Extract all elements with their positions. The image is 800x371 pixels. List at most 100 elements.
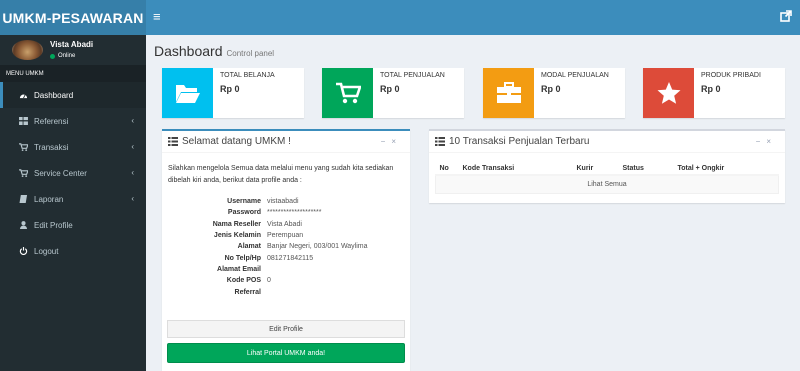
- sidebar-item-service-center[interactable]: Service Center ‹: [0, 160, 146, 186]
- chevron-left-icon: ‹: [131, 194, 134, 203]
- info-box-icon-area: [483, 68, 534, 118]
- sidebar-item-referensi[interactable]: Referensi ‹: [0, 108, 146, 134]
- navbar: ≡: [146, 0, 800, 35]
- field-label: Alamat: [237, 243, 261, 251]
- info-box-label: TOTAL PENJUALAN: [380, 72, 445, 79]
- app-logo[interactable]: UMKM-PESAWARAN: [0, 0, 146, 35]
- field-label: Kode POS: [226, 277, 261, 285]
- chevron-left-icon: ‹: [131, 168, 134, 177]
- sidebar-item-transaksi[interactable]: Transaksi ‹: [0, 134, 146, 160]
- profile-row-email: Alamat Email: [162, 264, 402, 275]
- info-box-label: TOTAL BELANJA: [220, 72, 275, 79]
- edit-profile-button[interactable]: Edit Profile: [167, 320, 405, 338]
- collapse-icon[interactable]: −: [756, 137, 767, 146]
- sidebar-item-label: Logout: [34, 246, 59, 256]
- profile-row-telp: No Telp/Hp 081271842115: [162, 252, 402, 263]
- see-all-link[interactable]: Lihat Semua: [435, 174, 779, 194]
- field-value: vistaabadi: [267, 198, 299, 206]
- power-icon: [19, 247, 28, 255]
- field-value: 081271842115: [267, 254, 314, 262]
- sidebar-item-label: Edit Profile: [34, 220, 73, 230]
- column-header: Total + Ongkir: [673, 163, 779, 176]
- chevron-left-icon: ‹: [131, 142, 134, 151]
- field-label: Referral: [234, 288, 261, 296]
- box-tools: −×: [756, 137, 777, 146]
- info-box-value: Rp 0: [220, 84, 240, 94]
- top-bar: UMKM-PESAWARAN ≡: [0, 0, 800, 35]
- cart-icon: [335, 82, 361, 104]
- online-dot-icon: [50, 53, 55, 59]
- info-box-modal-penjualan: MODAL PENJUALAN Rp 0: [483, 68, 625, 118]
- profile-row-referral: Referral: [162, 286, 402, 297]
- profile-row-jenis-kelamin: Jenis Kelamin Perempuan: [162, 230, 402, 241]
- sidebar-item-label: Service Center: [34, 168, 87, 178]
- info-box-icon-area: [322, 68, 373, 118]
- sidebar-item-label: Dashboard: [34, 90, 74, 100]
- view-portal-button[interactable]: Lihat Portal UMKM anda!: [167, 343, 405, 363]
- close-icon[interactable]: ×: [766, 137, 777, 146]
- sidebar-item-logout[interactable]: Logout: [0, 238, 146, 264]
- sidebar-item-laporan[interactable]: Laporan ‹: [0, 186, 146, 212]
- info-box-label: MODAL PENJUALAN: [541, 72, 609, 79]
- field-value: Perempuan: [267, 232, 304, 240]
- info-box-label: PRODUK PRIBADI: [701, 72, 761, 79]
- field-value: 0: [267, 277, 271, 285]
- info-box-total-penjualan: TOTAL PENJUALAN Rp 0: [322, 68, 464, 118]
- info-box-icon-area: [643, 68, 694, 118]
- info-box-produk-pribadi: PRODUK PRIBADI Rp 0: [643, 68, 785, 118]
- page-title-text: Dashboard: [154, 43, 223, 59]
- hamburger-icon[interactable]: ≡: [153, 9, 161, 25]
- field-label: Jenis Kelamin: [213, 232, 261, 240]
- content-area: Dashboard Control panel TOTAL BELANJA Rp …: [146, 35, 800, 371]
- field-value: Vista Abadi: [267, 220, 302, 228]
- user-name: Vista Abadi: [50, 40, 94, 49]
- profile-row-username: Username vistaabadi: [162, 196, 402, 207]
- transactions-box-header: 10 Transaksi Penjualan Terbaru −×: [429, 131, 785, 153]
- column-header: Kurir: [572, 163, 619, 176]
- field-label: Nama Reseller: [212, 220, 261, 228]
- sidebar-item-label: Laporan: [34, 194, 64, 204]
- user-status: Online: [50, 53, 75, 59]
- info-box-icon-area: [162, 68, 213, 118]
- user-icon: [19, 221, 28, 229]
- column-header: No: [435, 163, 459, 176]
- page-subtitle: Control panel: [226, 49, 275, 58]
- welcome-box: Selamat datang UMKM ! −× Silahkan mengel…: [162, 129, 410, 371]
- field-label: Username: [227, 198, 261, 206]
- external-link-icon[interactable]: [779, 9, 793, 23]
- list-icon: [435, 137, 445, 146]
- sidebar-item-edit-profile[interactable]: Edit Profile: [0, 212, 146, 238]
- page-title: Dashboard Control panel: [154, 43, 274, 59]
- transactions-table: No Kode Transaksi Kurir Status Total + O…: [435, 163, 779, 194]
- welcome-intro: Silahkan mengelola Semua data melalui me…: [168, 165, 394, 184]
- info-box-value: Rp 0: [701, 84, 721, 94]
- field-label: No Telp/Hp: [224, 254, 261, 262]
- menu-header: MENU UMKM: [0, 65, 146, 82]
- profile-row-alamat: Alamat Banjar Negeri, 003/001 Waylima: [162, 241, 402, 252]
- folder-open-icon: [175, 85, 200, 103]
- column-header: Status: [618, 163, 674, 176]
- info-box-value: Rp 0: [541, 84, 561, 94]
- sidebar-item-dashboard[interactable]: Dashboard: [0, 82, 146, 108]
- chevron-left-icon: ‹: [131, 116, 134, 125]
- profile-row-password: Password ********************: [162, 207, 402, 218]
- transactions-title: 10 Transaksi Penjualan Terbaru: [449, 136, 590, 147]
- transactions-box: 10 Transaksi Penjualan Terbaru −× No Kod…: [429, 129, 785, 203]
- sidebar-item-label: Transaksi: [34, 142, 69, 152]
- collapse-icon[interactable]: −: [381, 137, 392, 146]
- field-label: Password: [227, 209, 261, 217]
- profile-row-nama-reseller: Nama Reseller Vista Abadi: [162, 219, 402, 230]
- welcome-title: Selamat datang UMKM !: [182, 136, 291, 147]
- avatar: [12, 40, 43, 60]
- info-box-value: Rp 0: [380, 84, 400, 94]
- user-panel: Vista Abadi Online: [0, 35, 146, 65]
- profile-details: Username vistaabadi Password *************…: [162, 196, 402, 298]
- table-row: Lihat Semua: [435, 174, 779, 194]
- list-icon: [168, 137, 178, 146]
- briefcase-icon: [496, 82, 521, 103]
- close-icon[interactable]: ×: [391, 137, 402, 146]
- cart-icon: [19, 169, 28, 177]
- sidebar-item-label: Referensi: [34, 116, 69, 126]
- field-label: Alamat Email: [217, 265, 261, 273]
- profile-row-kode-pos: Kode POS 0: [162, 275, 402, 286]
